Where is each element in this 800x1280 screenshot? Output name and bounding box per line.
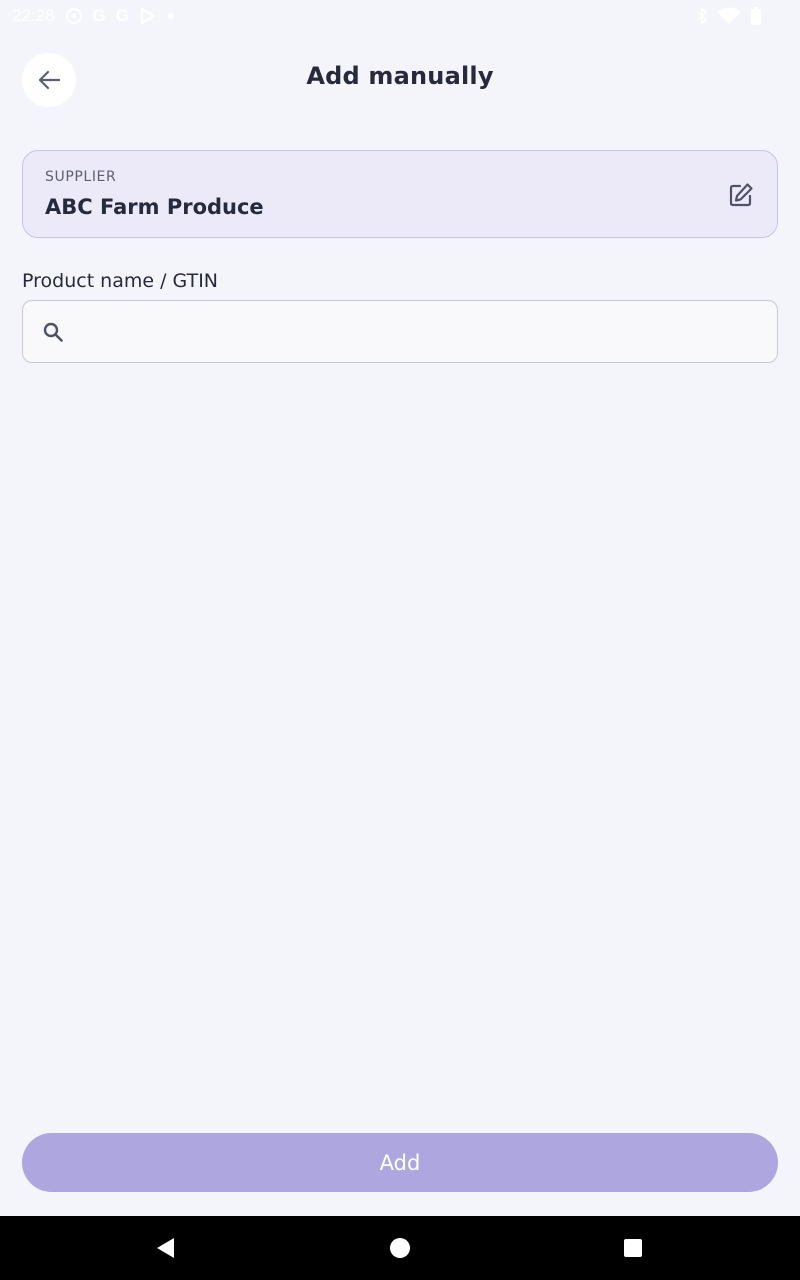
play-store-icon — [141, 8, 156, 24]
nav-recents-icon[interactable] — [621, 1236, 645, 1260]
screen: 22:28 G G Add manually SUPPLIER ABC Farm… — [0, 0, 800, 1280]
navigation-bar — [0, 1216, 800, 1280]
wifi-icon — [717, 7, 741, 24]
status-time: 22:28 — [12, 6, 55, 25]
dot-icon — [168, 13, 175, 19]
status-right — [696, 7, 788, 25]
product-search-input[interactable] — [65, 301, 777, 362]
status-bar: 22:28 G G — [0, 0, 800, 32]
supplier-caption: SUPPLIER — [45, 169, 117, 185]
supplier-card[interactable]: SUPPLIER ABC Farm Produce — [22, 150, 778, 238]
supplier-name: ABC Farm Produce — [45, 195, 264, 219]
bluetooth-icon — [697, 8, 708, 24]
cast-icon — [65, 8, 82, 24]
battery-icon — [751, 7, 761, 25]
nav-back-icon[interactable] — [154, 1236, 178, 1260]
page-title: Add manually — [306, 62, 494, 90]
nav-home-icon[interactable] — [388, 1236, 412, 1260]
google-notification-icon: G — [92, 6, 106, 25]
product-field-label: Product name / GTIN — [22, 270, 219, 292]
edit-icon[interactable] — [727, 181, 755, 209]
status-left: 22:28 G G — [12, 6, 175, 26]
google-notification-icon: G — [115, 6, 130, 25]
product-search-field[interactable] — [22, 300, 778, 363]
search-icon — [41, 320, 65, 344]
add-button[interactable]: Add — [22, 1133, 778, 1192]
